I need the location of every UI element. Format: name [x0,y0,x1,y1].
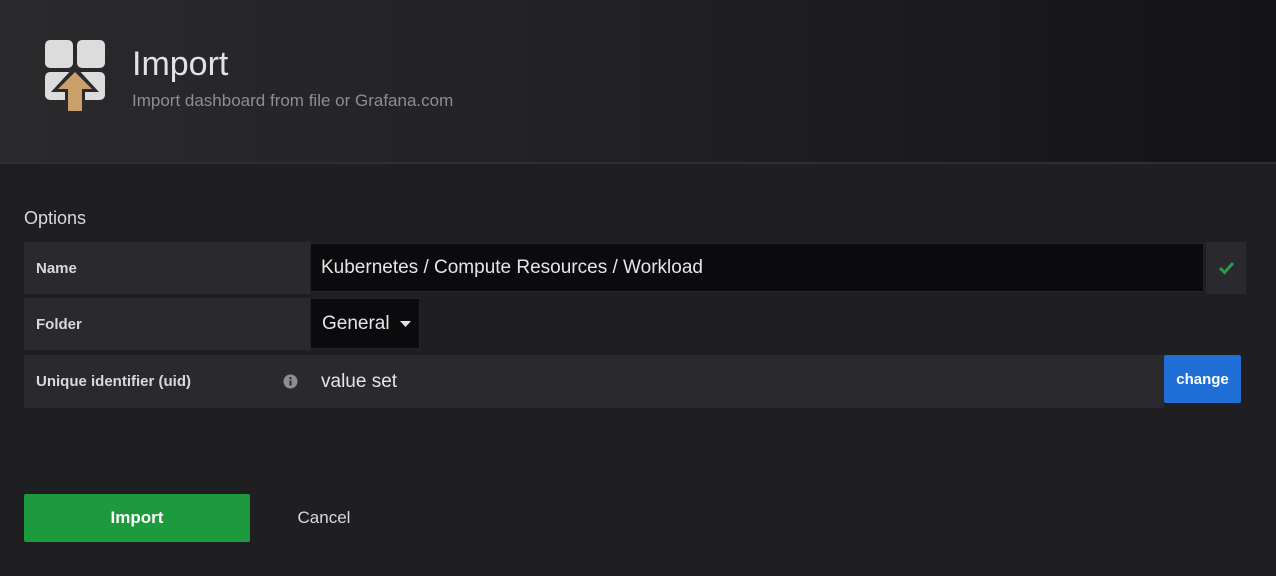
page-subtitle: Import dashboard from file or Grafana.co… [132,91,454,110]
caret-down-icon [399,320,411,327]
name-valid-indicator [1206,242,1246,294]
change-uid-button[interactable]: change [1164,355,1241,403]
cancel-button[interactable]: Cancel [270,494,378,542]
page-header: Import Import dashboard from file or Gra… [0,0,1276,164]
info-icon[interactable] [283,374,298,389]
name-input[interactable]: Kubernetes / Compute Resources / Workloa… [310,243,1204,292]
folder-select-value: General [322,312,390,334]
folder-select[interactable]: General [310,298,420,349]
page-title: Import [132,45,229,83]
uid-value: value set [308,355,1164,408]
import-dashboard-icon [45,40,105,114]
uid-label: Unique identifier (uid) [24,355,308,408]
folder-label: Folder [24,298,310,350]
import-button[interactable]: Import [24,494,250,542]
options-heading: Options [24,208,87,228]
check-icon [1218,261,1234,275]
name-label: Name [24,242,310,294]
